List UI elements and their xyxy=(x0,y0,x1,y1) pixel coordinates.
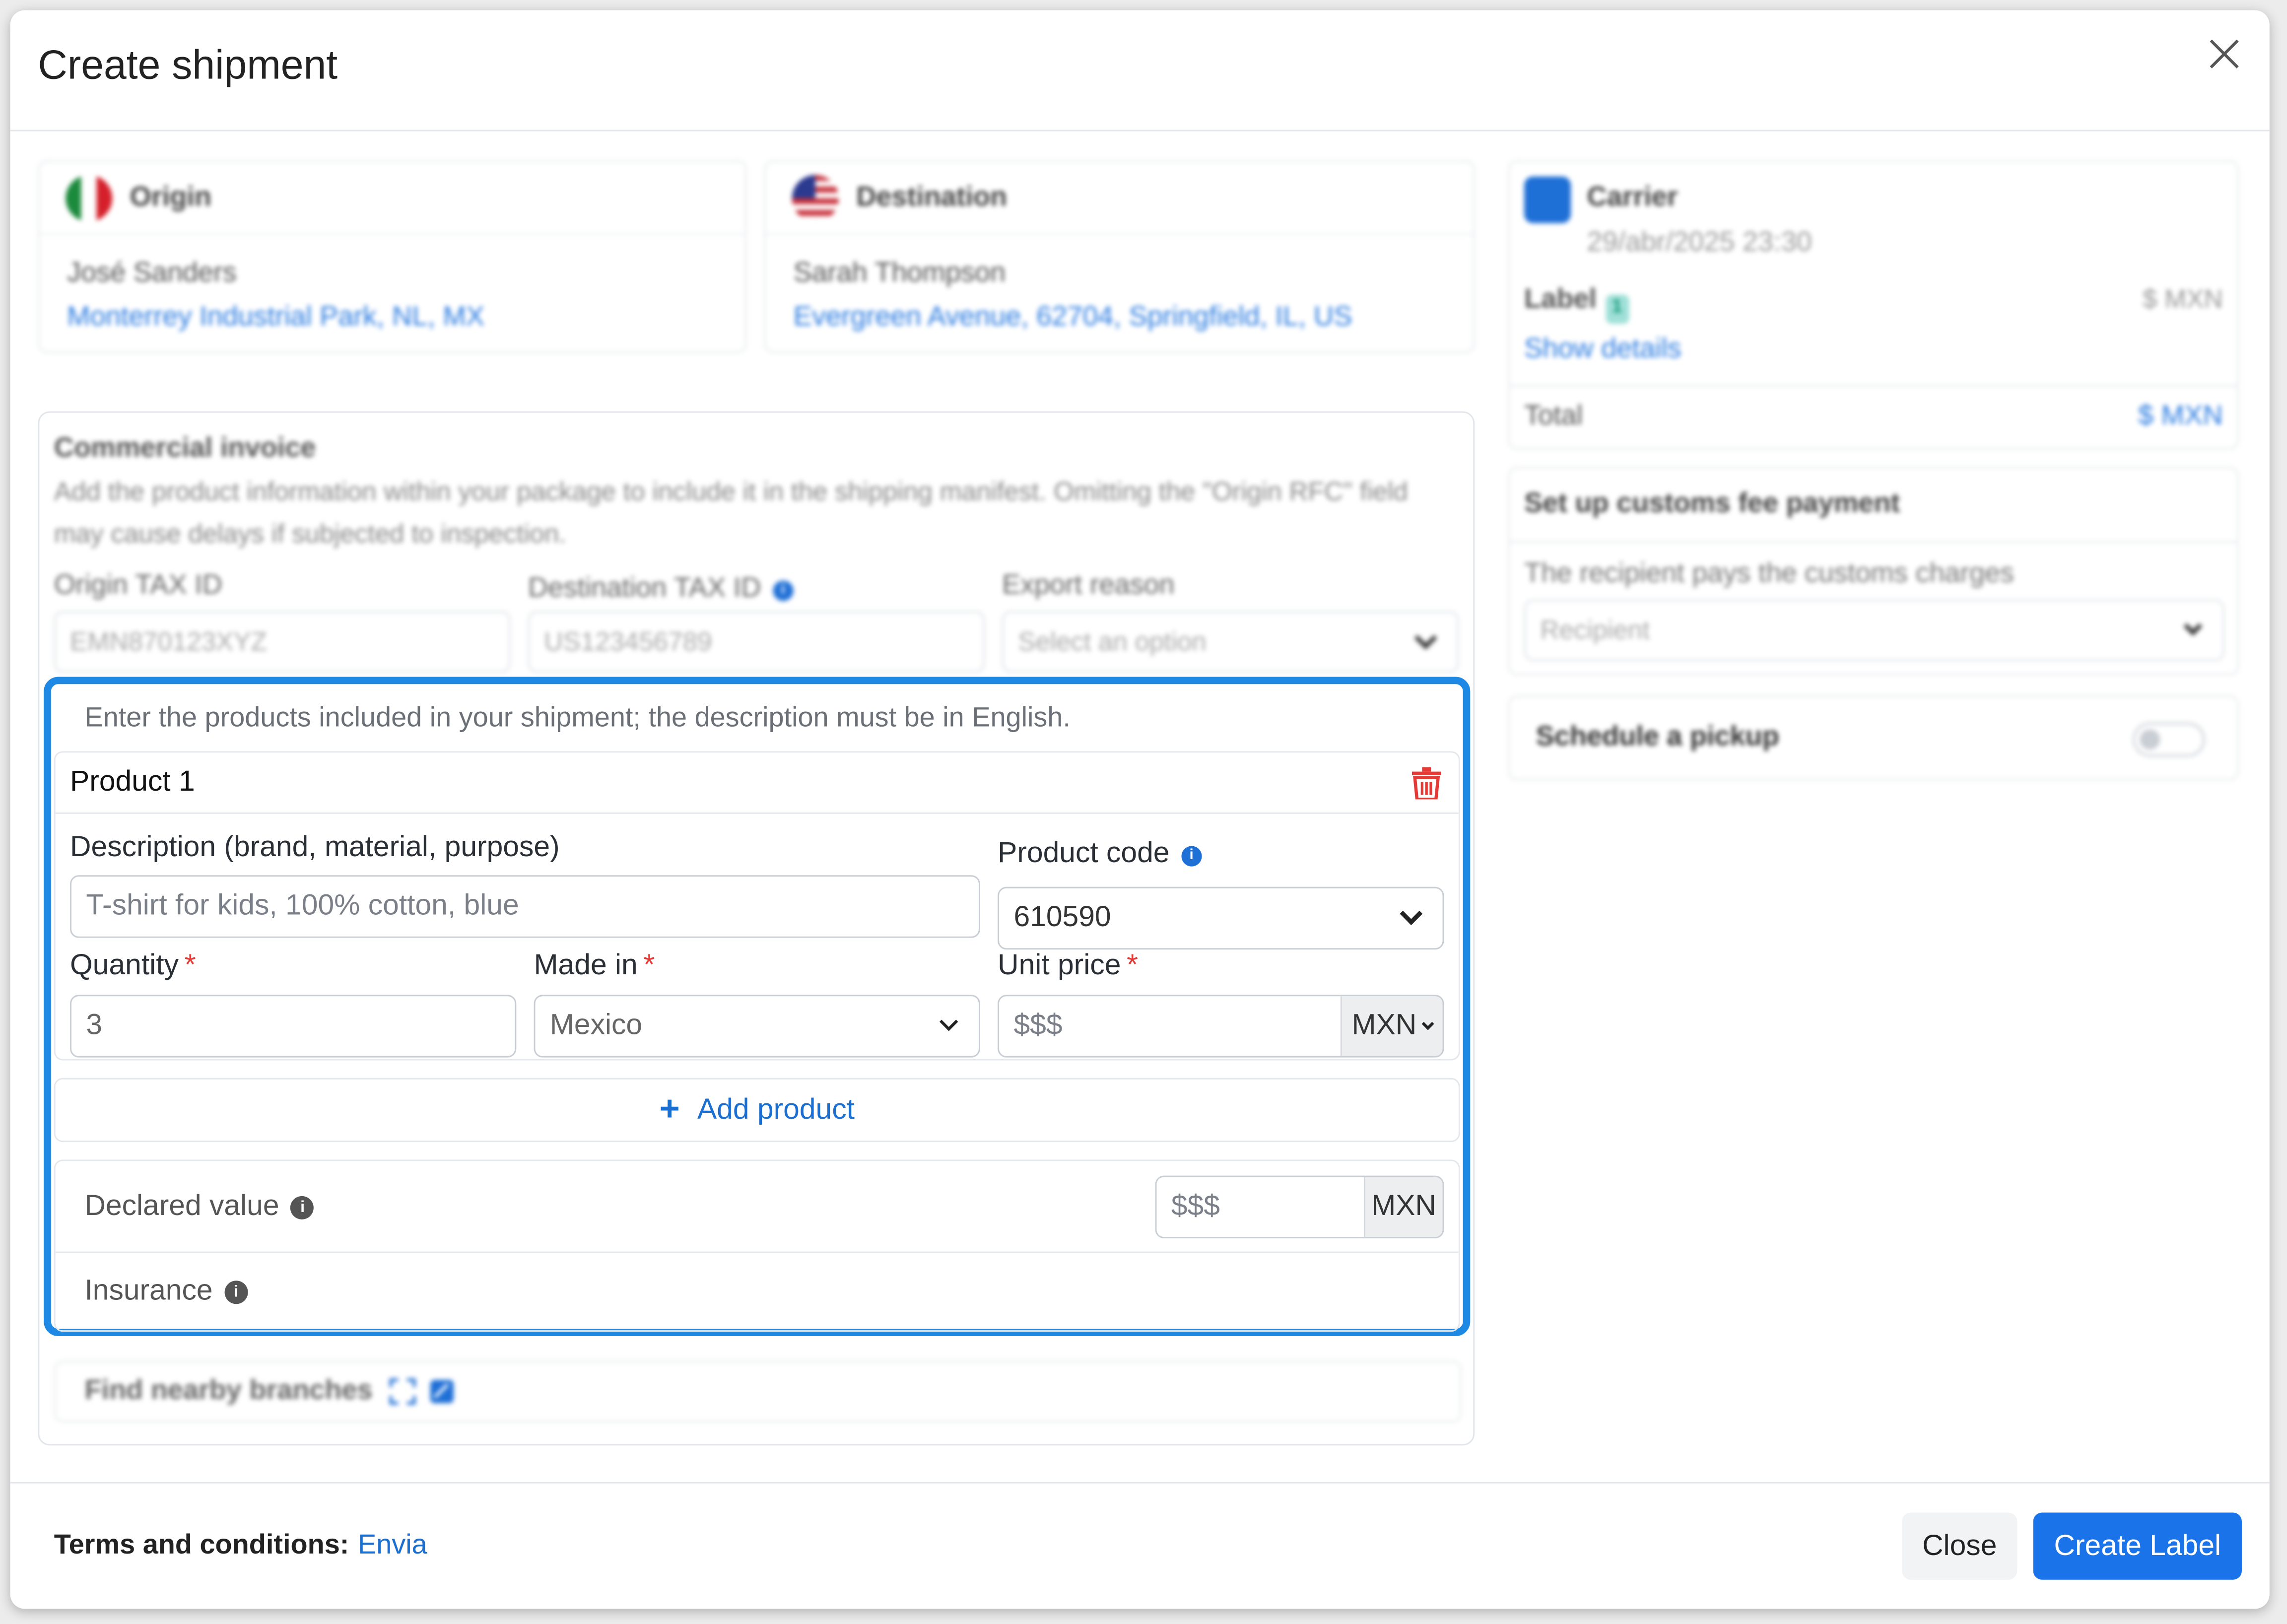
product-code-value: 610590 xyxy=(1013,901,1111,934)
origin-name: José Sanders xyxy=(67,258,237,289)
total-label: Total xyxy=(1524,401,1583,432)
origin-tax-label: Origin TAX ID xyxy=(54,570,223,601)
destination-card: Destination Sarah Thompson Evergreen Ave… xyxy=(764,160,1475,353)
product-code-select[interactable]: 610590 xyxy=(998,886,1444,950)
info-icon: i xyxy=(291,1196,315,1219)
declared-value-label: Declared value i xyxy=(84,1190,315,1224)
product-card: Product 1 Description (brand, material, … xyxy=(54,751,1460,1061)
carrier-title: Carrier xyxy=(1587,182,1678,213)
declared-value-input[interactable] xyxy=(1171,1190,1332,1224)
origin-tax-input[interactable]: EMN870123XYZ xyxy=(54,611,511,673)
truck-icon xyxy=(1524,176,1571,223)
insurance-label: Insurance i xyxy=(84,1275,248,1309)
quantity-label: Quantity * xyxy=(70,949,196,982)
pickup-title: Schedule a pickup xyxy=(1536,722,1779,753)
close-icon[interactable] xyxy=(2205,35,2243,73)
add-product-button[interactable]: + Add product xyxy=(54,1078,1460,1143)
description-field[interactable] xyxy=(70,875,980,938)
chevron-down-icon xyxy=(1422,1017,1435,1030)
products-section: Enter the products included in your ship… xyxy=(44,677,1471,1336)
product-title: Product 1 xyxy=(70,765,195,798)
export-reason-select[interactable]: Select an option xyxy=(1002,611,1459,673)
chevron-down-icon xyxy=(1400,902,1423,926)
divider xyxy=(1509,541,2238,543)
info-icon: i xyxy=(1181,846,1202,867)
total-value: $ MXN xyxy=(2138,401,2223,432)
carrier-card: Carrier 29/abr/2025 23:30 Label 1 $ MXN S… xyxy=(1508,160,2239,450)
customs-fee-card: Set up customs fee payment The recipient… xyxy=(1508,467,2239,676)
made-in-select[interactable]: Mexico xyxy=(534,995,980,1058)
pickup-toggle[interactable] xyxy=(2132,722,2206,757)
modal-footer: Terms and conditions: Envia Close Create … xyxy=(10,1482,2270,1609)
divider xyxy=(55,1251,1459,1253)
origin-header: Origin xyxy=(39,162,745,235)
usa-flag-icon xyxy=(792,174,839,221)
label-count-badge: 1 xyxy=(1605,294,1629,324)
create-label-button[interactable]: Create Label xyxy=(2033,1512,2242,1580)
unit-price-field[interactable]: MXN xyxy=(998,995,1444,1058)
destination-heading: Destination xyxy=(856,181,1008,212)
expand-icon xyxy=(390,1378,416,1405)
plus-icon: + xyxy=(659,1089,680,1129)
unit-price-input[interactable] xyxy=(1013,1009,1320,1043)
carrier-datetime: 29/abr/2025 23:30 xyxy=(1587,227,1812,259)
customs-payer-select[interactable]: Recipient xyxy=(1524,599,2224,661)
customs-text: The recipient pays the customs charges xyxy=(1524,558,2015,590)
info-icon: i xyxy=(773,580,794,601)
schedule-pickup-card: Schedule a pickup xyxy=(1508,695,2239,781)
modal-header: Create shipment xyxy=(10,10,2270,132)
product-code-label: Product code i xyxy=(998,837,1202,871)
destination-tax-input[interactable]: US123456789 xyxy=(528,611,985,673)
products-hint: Enter the products included in your ship… xyxy=(84,703,1071,734)
destination-name: Sarah Thompson xyxy=(793,258,1006,289)
map-icon xyxy=(431,1380,455,1404)
create-shipment-modal: Create shipment Origin José Sanders Mont… xyxy=(10,10,2270,1609)
declared-value-field[interactable]: MXN xyxy=(1155,1175,1444,1239)
info-icon: i xyxy=(224,1281,248,1304)
destination-address-link[interactable]: Evergreen Avenue, 62704, Springfield, IL… xyxy=(794,302,1352,334)
export-reason-label: Export reason xyxy=(1002,570,1175,601)
modal-title: Create shipment xyxy=(38,42,338,88)
origin-card: Origin José Sanders Monterrey Industrial… xyxy=(38,160,747,353)
show-details-link[interactable]: Show details xyxy=(1524,334,1682,366)
quantity-input[interactable]: 3 xyxy=(70,995,517,1058)
terms-and-conditions: Terms and conditions: Envia xyxy=(54,1530,427,1561)
label-row: Label 1 xyxy=(1524,284,1629,324)
customs-title: Set up customs fee payment xyxy=(1524,488,1900,520)
product-header: Product 1 xyxy=(55,752,1459,814)
origin-heading: Origin xyxy=(130,181,211,212)
divider xyxy=(1509,385,2238,387)
chevron-down-icon xyxy=(1414,626,1437,650)
mexico-flag-icon xyxy=(66,174,113,221)
destination-tax-label: Destination TAX ID i xyxy=(528,573,794,606)
unit-price-label: Unit price * xyxy=(998,949,1139,982)
declared-currency: MXN xyxy=(1363,1177,1443,1237)
made-in-label: Made in * xyxy=(534,949,655,982)
destination-header: Destination xyxy=(765,162,1474,235)
chevron-down-icon xyxy=(2183,617,2203,636)
currency-select[interactable]: MXN xyxy=(1340,996,1443,1056)
declared-value-section: Declared valuei MXN Insurancei xyxy=(54,1159,1460,1332)
invoice-description: Add the product information within your … xyxy=(54,476,1408,548)
invoice-title: Commercial invoice xyxy=(54,433,316,464)
trash-icon[interactable] xyxy=(1412,767,1441,800)
label-amount: $ MXN xyxy=(2143,284,2223,314)
description-input[interactable] xyxy=(86,889,964,924)
description-label: Description (brand, material, purpose) xyxy=(70,831,560,864)
terms-link[interactable]: Envia xyxy=(358,1530,427,1561)
origin-address-link[interactable]: Monterrey Industrial Park, NL, MX xyxy=(67,302,484,334)
find-nearby-branches[interactable]: Find nearby branches xyxy=(54,1360,1462,1422)
close-button[interactable]: Close xyxy=(1902,1512,2018,1580)
chevron-down-icon xyxy=(939,1012,958,1031)
